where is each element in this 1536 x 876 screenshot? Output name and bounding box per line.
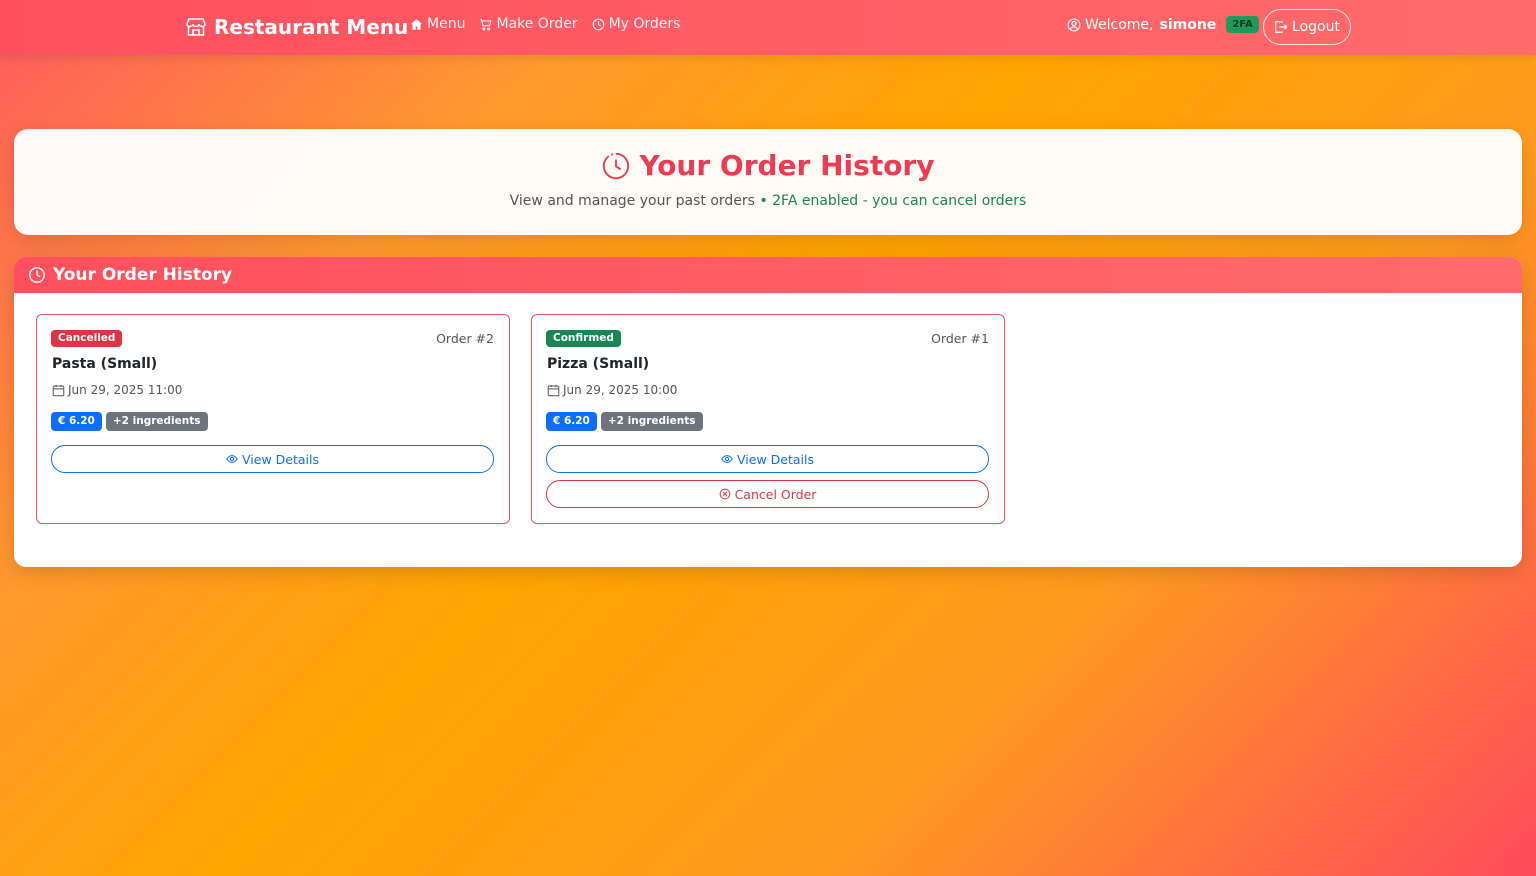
order-chips: € 6.20 +2 ingredients	[546, 412, 703, 431]
nav-link-make-order-label: Make Order	[496, 16, 578, 32]
cancel-order-button[interactable]: Cancel Order	[546, 480, 989, 508]
order-date: Jun 29, 2025 11:00	[52, 383, 182, 397]
nav-links: Menu Make Order My Orders	[410, 16, 680, 32]
welcome-user: Welcome, simone 2FA	[1067, 16, 1259, 33]
order-date: Jun 29, 2025 10:00	[547, 383, 677, 397]
cancel-order-label: Cancel Order	[734, 486, 817, 502]
order-item-name: Pasta (Small)	[52, 356, 158, 372]
ingredients-badge: +2 ingredients	[600, 412, 703, 431]
order-number: Order #2	[436, 331, 494, 346]
logout-button[interactable]: Logout	[1263, 9, 1351, 45]
page-header-card: Your Order History View and manage your …	[14, 129, 1522, 235]
status-badge: Confirmed	[546, 330, 621, 347]
brand[interactable]: Restaurant Menu	[184, 13, 408, 41]
page-title: Your Order History	[14, 149, 1522, 182]
welcome-prefix: Welcome,	[1085, 16, 1154, 33]
nav-link-my-orders-label: My Orders	[608, 16, 681, 32]
price-badge: € 6.20	[51, 412, 102, 431]
twofa-badge: 2FA	[1226, 16, 1259, 33]
order-chips: € 6.20 +2 ingredients	[51, 412, 208, 431]
page-subtitle-text: View and manage your past orders	[509, 193, 755, 209]
nav-link-make-order[interactable]: Make Order	[479, 16, 578, 32]
logout-icon	[1275, 21, 1288, 33]
status-badge: Cancelled	[51, 330, 123, 347]
nav-link-menu[interactable]: Menu	[410, 16, 465, 32]
order-history-panel: Your Order History Cancelled Order #2 Pa…	[14, 257, 1522, 567]
panel-title: Your Order History	[53, 265, 233, 285]
logout-label: Logout	[1292, 19, 1340, 35]
calendar-icon	[547, 384, 560, 396]
order-date-text: Jun 29, 2025 11:00	[68, 383, 183, 397]
eye-icon	[226, 455, 238, 463]
order-date-text: Jun 29, 2025 10:00	[563, 383, 678, 397]
clock-icon	[592, 18, 604, 30]
ingredients-badge: +2 ingredients	[105, 412, 208, 431]
shop-icon	[186, 18, 206, 36]
navbar: Restaurant Menu Menu Make Order My Order…	[0, 0, 1536, 55]
house-icon	[410, 18, 423, 30]
x-circle-icon	[719, 488, 730, 500]
order-card: Cancelled Order #2 Pasta (Small) Jun 29,…	[36, 314, 510, 524]
brand-title: Restaurant Menu	[214, 15, 409, 39]
order-card: Confirmed Order #1 Pizza (Small) Jun 29,…	[531, 314, 1005, 524]
view-details-label: View Details	[737, 451, 814, 467]
user-circle-icon	[1067, 17, 1081, 32]
nav-link-my-orders[interactable]: My Orders	[592, 16, 681, 32]
calendar-icon	[52, 384, 65, 396]
cart-icon	[480, 18, 492, 30]
panel-header: Your Order History	[14, 257, 1522, 293]
price-badge: € 6.20	[546, 412, 597, 431]
twofa-note: • 2FA enabled - you can cancel orders	[759, 193, 1027, 209]
view-details-button[interactable]: View Details	[51, 445, 494, 473]
username: simone	[1159, 16, 1217, 33]
eye-icon	[721, 455, 733, 463]
page-subtitle: View and manage your past orders • 2FA e…	[14, 193, 1522, 209]
view-details-label: View Details	[242, 451, 319, 467]
order-item-name: Pizza (Small)	[547, 356, 650, 372]
nav-link-menu-label: Menu	[427, 16, 466, 32]
order-number: Order #1	[931, 331, 989, 346]
clock-history-icon	[603, 152, 630, 179]
clock-history-icon	[29, 267, 45, 283]
view-details-button[interactable]: View Details	[546, 445, 989, 473]
page-title-text: Your Order History	[639, 149, 935, 182]
